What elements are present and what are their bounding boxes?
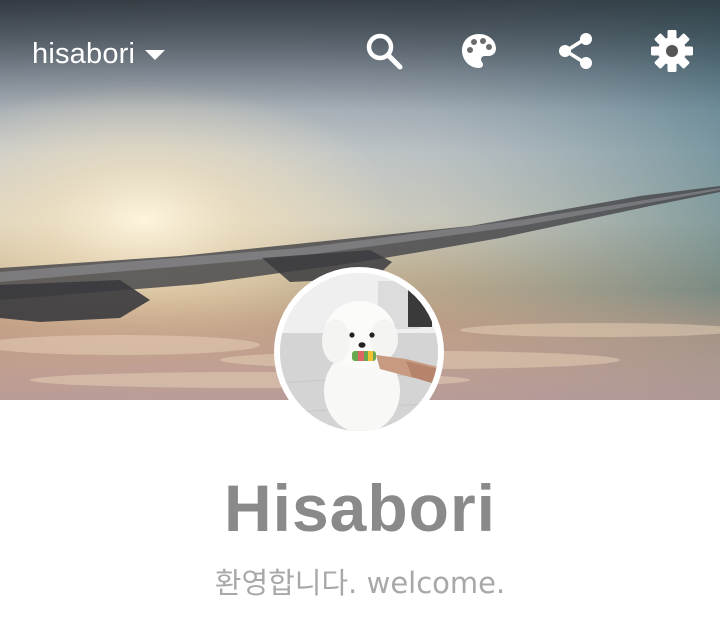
share-icon[interactable] [552, 27, 600, 75]
search-icon[interactable] [360, 27, 408, 75]
top-toolbar: hisabori [0, 0, 720, 110]
profile-name: Hisabori [223, 471, 497, 545]
blog-switcher[interactable]: hisabori [32, 34, 166, 74]
avatar-photo [280, 273, 438, 431]
gear-icon[interactable] [648, 27, 696, 75]
profile-description: 환영합니다. welcome. [214, 566, 506, 600]
profile-avatar[interactable] [274, 267, 444, 437]
palette-icon[interactable] [455, 27, 503, 75]
caret-down-icon [145, 50, 166, 60]
blog-name: hisabori [32, 37, 136, 70]
